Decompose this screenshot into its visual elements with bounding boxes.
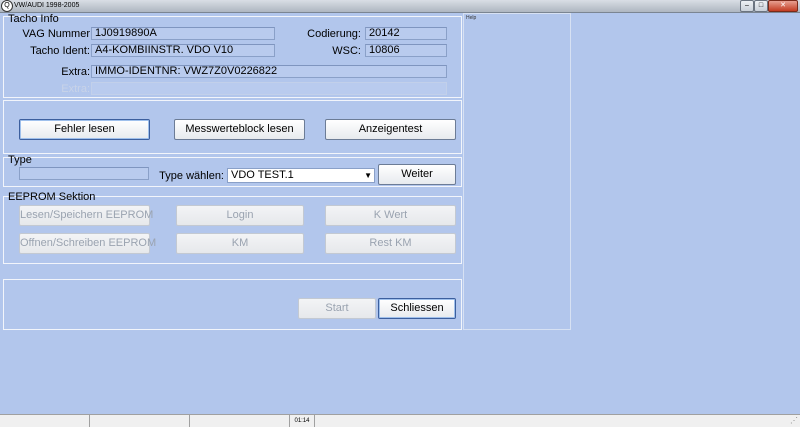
type-select[interactable]: VDO TEST.1 ▼ — [227, 168, 375, 183]
tacho-info-title: Tacho Info — [8, 13, 59, 25]
tacho-ident-label: Tacho Ident: — [30, 45, 90, 57]
anzeigentest-button[interactable]: Anzeigentest — [325, 119, 456, 140]
extra-label: Extra: — [61, 66, 90, 78]
type-field — [19, 167, 149, 180]
status-time: 01:14 — [290, 415, 315, 427]
lesen-speichern-eeprom-button[interactable]: Lesen/Speichern EEPROM — [19, 205, 153, 226]
chevron-down-icon[interactable]: ▼ — [364, 169, 372, 182]
help-label: Help — [466, 15, 477, 21]
status-cell-1 — [0, 415, 90, 427]
vag-nummer-field: 1J0919890A — [91, 27, 275, 40]
magnifier-app-icon: Q — [1, 0, 13, 12]
minimize-button[interactable]: – — [740, 0, 754, 12]
bottom-panel: Start Schliessen — [3, 279, 462, 330]
actions-panel: Fehler lesen Messwerteblock lesen Anzeig… — [3, 100, 462, 154]
resize-grip-icon[interactable]: ⋰ — [790, 415, 800, 427]
type-select-value: VDO TEST.1 — [231, 169, 294, 181]
km-button[interactable]: KM — [176, 233, 304, 254]
weiter-button[interactable]: Weiter — [378, 164, 456, 185]
fehler-lesen-button[interactable]: Fehler lesen — [19, 119, 150, 140]
tacho-info-panel: Tacho Info VAG Nummer 1J0919890A Codieru… — [3, 13, 462, 98]
offnen-schreiben-eeprom-button[interactable]: Offnen/Schreiben EEPROM — [19, 233, 156, 254]
wsc-field: 10806 — [365, 44, 447, 57]
type-title: Type — [8, 154, 32, 166]
codierung-field: 20142 — [365, 27, 447, 40]
status-cell-3 — [190, 415, 290, 427]
rest-km-button[interactable]: Rest KM — [325, 233, 456, 254]
window-title: VW/AUDI 1998-2005 — [14, 2, 80, 9]
type-select-label: Type wählen: — [159, 170, 224, 182]
maximize-button[interactable]: □ — [754, 0, 768, 12]
extra2-label: Extra: — [61, 83, 90, 95]
k-wert-button[interactable]: K Wert — [325, 205, 456, 226]
tacho-ident-field: A4-KOMBIINSTR. VDO V10 — [91, 44, 275, 57]
extra-field: IMMO-IDENTNR: VWZ7Z0V0226822 — [91, 65, 447, 78]
messwerteblock-lesen-button[interactable]: Messwerteblock lesen — [174, 119, 305, 140]
type-panel: Type Type wählen: VDO TEST.1 ▼ Weiter — [3, 154, 462, 187]
schliessen-button[interactable]: Schliessen — [378, 298, 456, 319]
eeprom-title: EEPROM Sektion — [8, 191, 96, 203]
eeprom-panel: EEPROM Sektion Lesen/Speichern EEPROM Lo… — [3, 191, 462, 264]
status-cell-5 — [315, 415, 790, 427]
vag-nummer-label: VAG Nummer — [22, 28, 90, 40]
status-bar: 01:14 ⋰ — [0, 414, 800, 427]
help-panel: Help — [463, 13, 571, 330]
start-button[interactable]: Start — [298, 298, 376, 319]
status-cell-2 — [90, 415, 190, 427]
extra2-field — [91, 82, 447, 95]
wsc-label: WSC: — [332, 45, 361, 57]
codierung-label: Codierung: — [307, 28, 361, 40]
close-window-button[interactable]: ✕ — [768, 0, 798, 12]
title-bar: Q VW/AUDI 1998-2005 – □ ✕ — [0, 0, 800, 13]
login-button[interactable]: Login — [176, 205, 304, 226]
